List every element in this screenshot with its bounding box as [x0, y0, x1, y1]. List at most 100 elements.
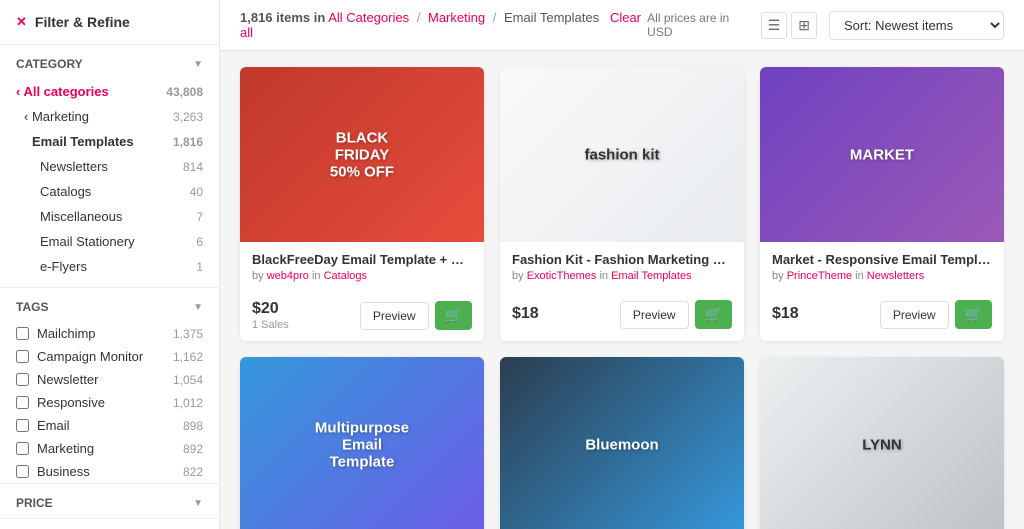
tag-campaign-monitor-checkbox[interactable]	[16, 350, 29, 363]
filter-refine-header[interactable]: ✕ Filter & Refine	[0, 0, 219, 45]
sidebar-item-count: 814	[183, 160, 203, 174]
breadcrumb-all-categories[interactable]: All Categories	[328, 10, 409, 25]
tag-newsletter-checkbox[interactable]	[16, 373, 29, 386]
product-grid: BLACK FRIDAY 50% OFF BlackFreeDay Email …	[220, 51, 1024, 529]
tag-marketing-checkbox[interactable]	[16, 442, 29, 455]
product-card-6: LYNN Lynn - Responsive Email + StampRead…	[760, 357, 1004, 529]
close-filter-icon[interactable]: ✕	[16, 14, 27, 30]
sidebar-item-label: Email Stationery	[40, 234, 135, 249]
sidebar-item-catalogs[interactable]: Catalogs 40	[0, 179, 219, 204]
product-title: BlackFreeDay Email Template + Online Bui…	[252, 252, 472, 267]
tags-section-header[interactable]: Tags ▼	[0, 288, 219, 322]
sidebar-item-label: Email Templates	[32, 134, 134, 149]
tag-label: Responsive	[37, 395, 165, 410]
list-view-button[interactable]: ☰	[761, 12, 788, 39]
items-count: 1,816 items in	[240, 10, 325, 25]
product-author[interactable]: web4pro	[267, 270, 309, 282]
product-card-3: MARKET Market - Responsive Email Templat…	[760, 67, 1004, 341]
preview-button[interactable]: Preview	[620, 301, 689, 329]
sidebar-item-count: 6	[196, 235, 203, 249]
tags-chevron-icon: ▼	[193, 302, 203, 313]
tag-marketing[interactable]: Marketing 892	[16, 437, 203, 460]
product-thumb-label: Multipurpose Email Template	[301, 409, 423, 480]
sidebar-item-label: Newsletters	[40, 159, 108, 174]
sidebar-item-eflyers[interactable]: e-Flyers 1	[0, 254, 219, 279]
category-section-header[interactable]: Category ▼	[0, 45, 219, 79]
sidebar-item-count: 1	[196, 260, 203, 274]
product-thumb-label: MARKET	[840, 136, 924, 173]
add-to-cart-button[interactable]: 🛒	[695, 300, 732, 329]
card-footer: $18 Preview 🛒	[760, 300, 1004, 339]
product-thumb-label: Bluemoon	[575, 426, 668, 463]
tag-mailchimp[interactable]: Mailchimp 1,375	[16, 322, 203, 345]
price-block: $18	[512, 305, 539, 324]
tag-email-checkbox[interactable]	[16, 419, 29, 432]
product-category[interactable]: Newsletters	[867, 270, 924, 282]
product-card-4: Multipurpose Email Template Hostetemp - …	[240, 357, 484, 529]
add-to-cart-button[interactable]: 🛒	[435, 301, 472, 330]
product-card-1: BLACK FRIDAY 50% OFF BlackFreeDay Email …	[240, 67, 484, 341]
card-footer: $20 1 Sales Preview 🛒	[240, 300, 484, 341]
sort-select[interactable]: Sort: Newest items Sort: Best sellers So…	[829, 11, 1004, 40]
sidebar-item-email-templates[interactable]: Email Templates 1,816	[0, 129, 219, 154]
price-block: $18	[772, 305, 799, 324]
sidebar-item-label: Catalogs	[40, 184, 91, 199]
sidebar-item-miscellaneous[interactable]: Miscellaneous 7	[0, 204, 219, 229]
product-author[interactable]: ExoticThemes	[527, 270, 597, 282]
product-price: $18	[512, 305, 539, 323]
price-chevron-icon: ▼	[193, 498, 203, 509]
sidebar-item-all-categories[interactable]: ‹ All categories 43,808	[0, 79, 219, 104]
tag-label: Email	[37, 418, 175, 433]
tag-count: 898	[183, 419, 203, 433]
tag-label: Mailchimp	[37, 326, 165, 341]
tag-campaign-monitor[interactable]: Campaign Monitor 1,162	[16, 345, 203, 368]
sidebar: ✕ Filter & Refine Category ▼ ‹ All categ…	[0, 0, 220, 529]
product-author[interactable]: PrinceTheme	[787, 270, 852, 282]
product-thumb: MARKET	[760, 67, 1004, 242]
tag-mailchimp-checkbox[interactable]	[16, 327, 29, 340]
product-category[interactable]: Catalogs	[324, 270, 367, 282]
price-block: $20 1 Sales	[252, 300, 289, 331]
tag-business-checkbox[interactable]	[16, 465, 29, 478]
grid-view-button[interactable]: ⊞	[791, 12, 817, 39]
product-title: Fashion Kit - Fashion Marketing Template	[512, 252, 732, 267]
breadcrumb-email-templates: Email Templates	[504, 10, 599, 25]
product-thumb-label: BLACK FRIDAY 50% OFF	[301, 119, 423, 190]
tag-count: 1,012	[173, 396, 203, 410]
card-actions: Preview 🛒	[620, 300, 732, 329]
tag-business[interactable]: Business 822	[16, 460, 203, 483]
tag-email[interactable]: Email 898	[16, 414, 203, 437]
product-thumb: LYNN	[760, 357, 1004, 529]
tag-count: 1,162	[173, 350, 203, 364]
sidebar-item-label: Miscellaneous	[40, 209, 122, 224]
product-category[interactable]: Email Templates	[611, 270, 692, 282]
price-section: Price ▼	[0, 484, 219, 519]
breadcrumb-marketing[interactable]: Marketing	[428, 10, 485, 25]
preview-button[interactable]: Preview	[880, 301, 949, 329]
sidebar-item-email-stationery[interactable]: Email Stationery 6	[0, 229, 219, 254]
add-to-cart-button[interactable]: 🛒	[955, 300, 992, 329]
product-meta: by web4pro in Catalogs	[252, 270, 472, 282]
view-toggles: ☰ ⊞	[761, 12, 817, 39]
tag-responsive-checkbox[interactable]	[16, 396, 29, 409]
card-body: BlackFreeDay Email Template + Online Bui…	[240, 242, 484, 300]
sidebar-item-count: 3,263	[173, 110, 203, 124]
product-thumb: Multipurpose Email Template	[240, 357, 484, 529]
product-sales: 1 Sales	[252, 319, 289, 331]
tag-count: 892	[183, 442, 203, 456]
product-card-2: fashion kit Fashion Kit - Fashion Market…	[500, 67, 744, 341]
breadcrumb: 1,816 items in All Categories / Marketin…	[240, 10, 647, 40]
price-section-header[interactable]: Price ▼	[0, 484, 219, 518]
price-label: Price	[16, 496, 53, 510]
tag-newsletter[interactable]: Newsletter 1,054	[16, 368, 203, 391]
tag-label: Business	[37, 464, 175, 479]
preview-button[interactable]: Preview	[360, 302, 429, 330]
tags-list: Mailchimp 1,375 Campaign Monitor 1,162 N…	[0, 322, 219, 483]
sidebar-item-marketing[interactable]: ‹ Marketing 3,263	[0, 104, 219, 129]
tag-responsive[interactable]: Responsive 1,012	[16, 391, 203, 414]
sidebar-item-newsletters[interactable]: Newsletters 814	[0, 154, 219, 179]
price-note: All prices are in USD	[647, 11, 749, 39]
category-chevron-icon: ▼	[193, 59, 203, 70]
sidebar-item-count: 43,808	[166, 85, 203, 99]
product-card-5: Bluemoon Bluemoon - Multipurpose Respons…	[500, 357, 744, 529]
